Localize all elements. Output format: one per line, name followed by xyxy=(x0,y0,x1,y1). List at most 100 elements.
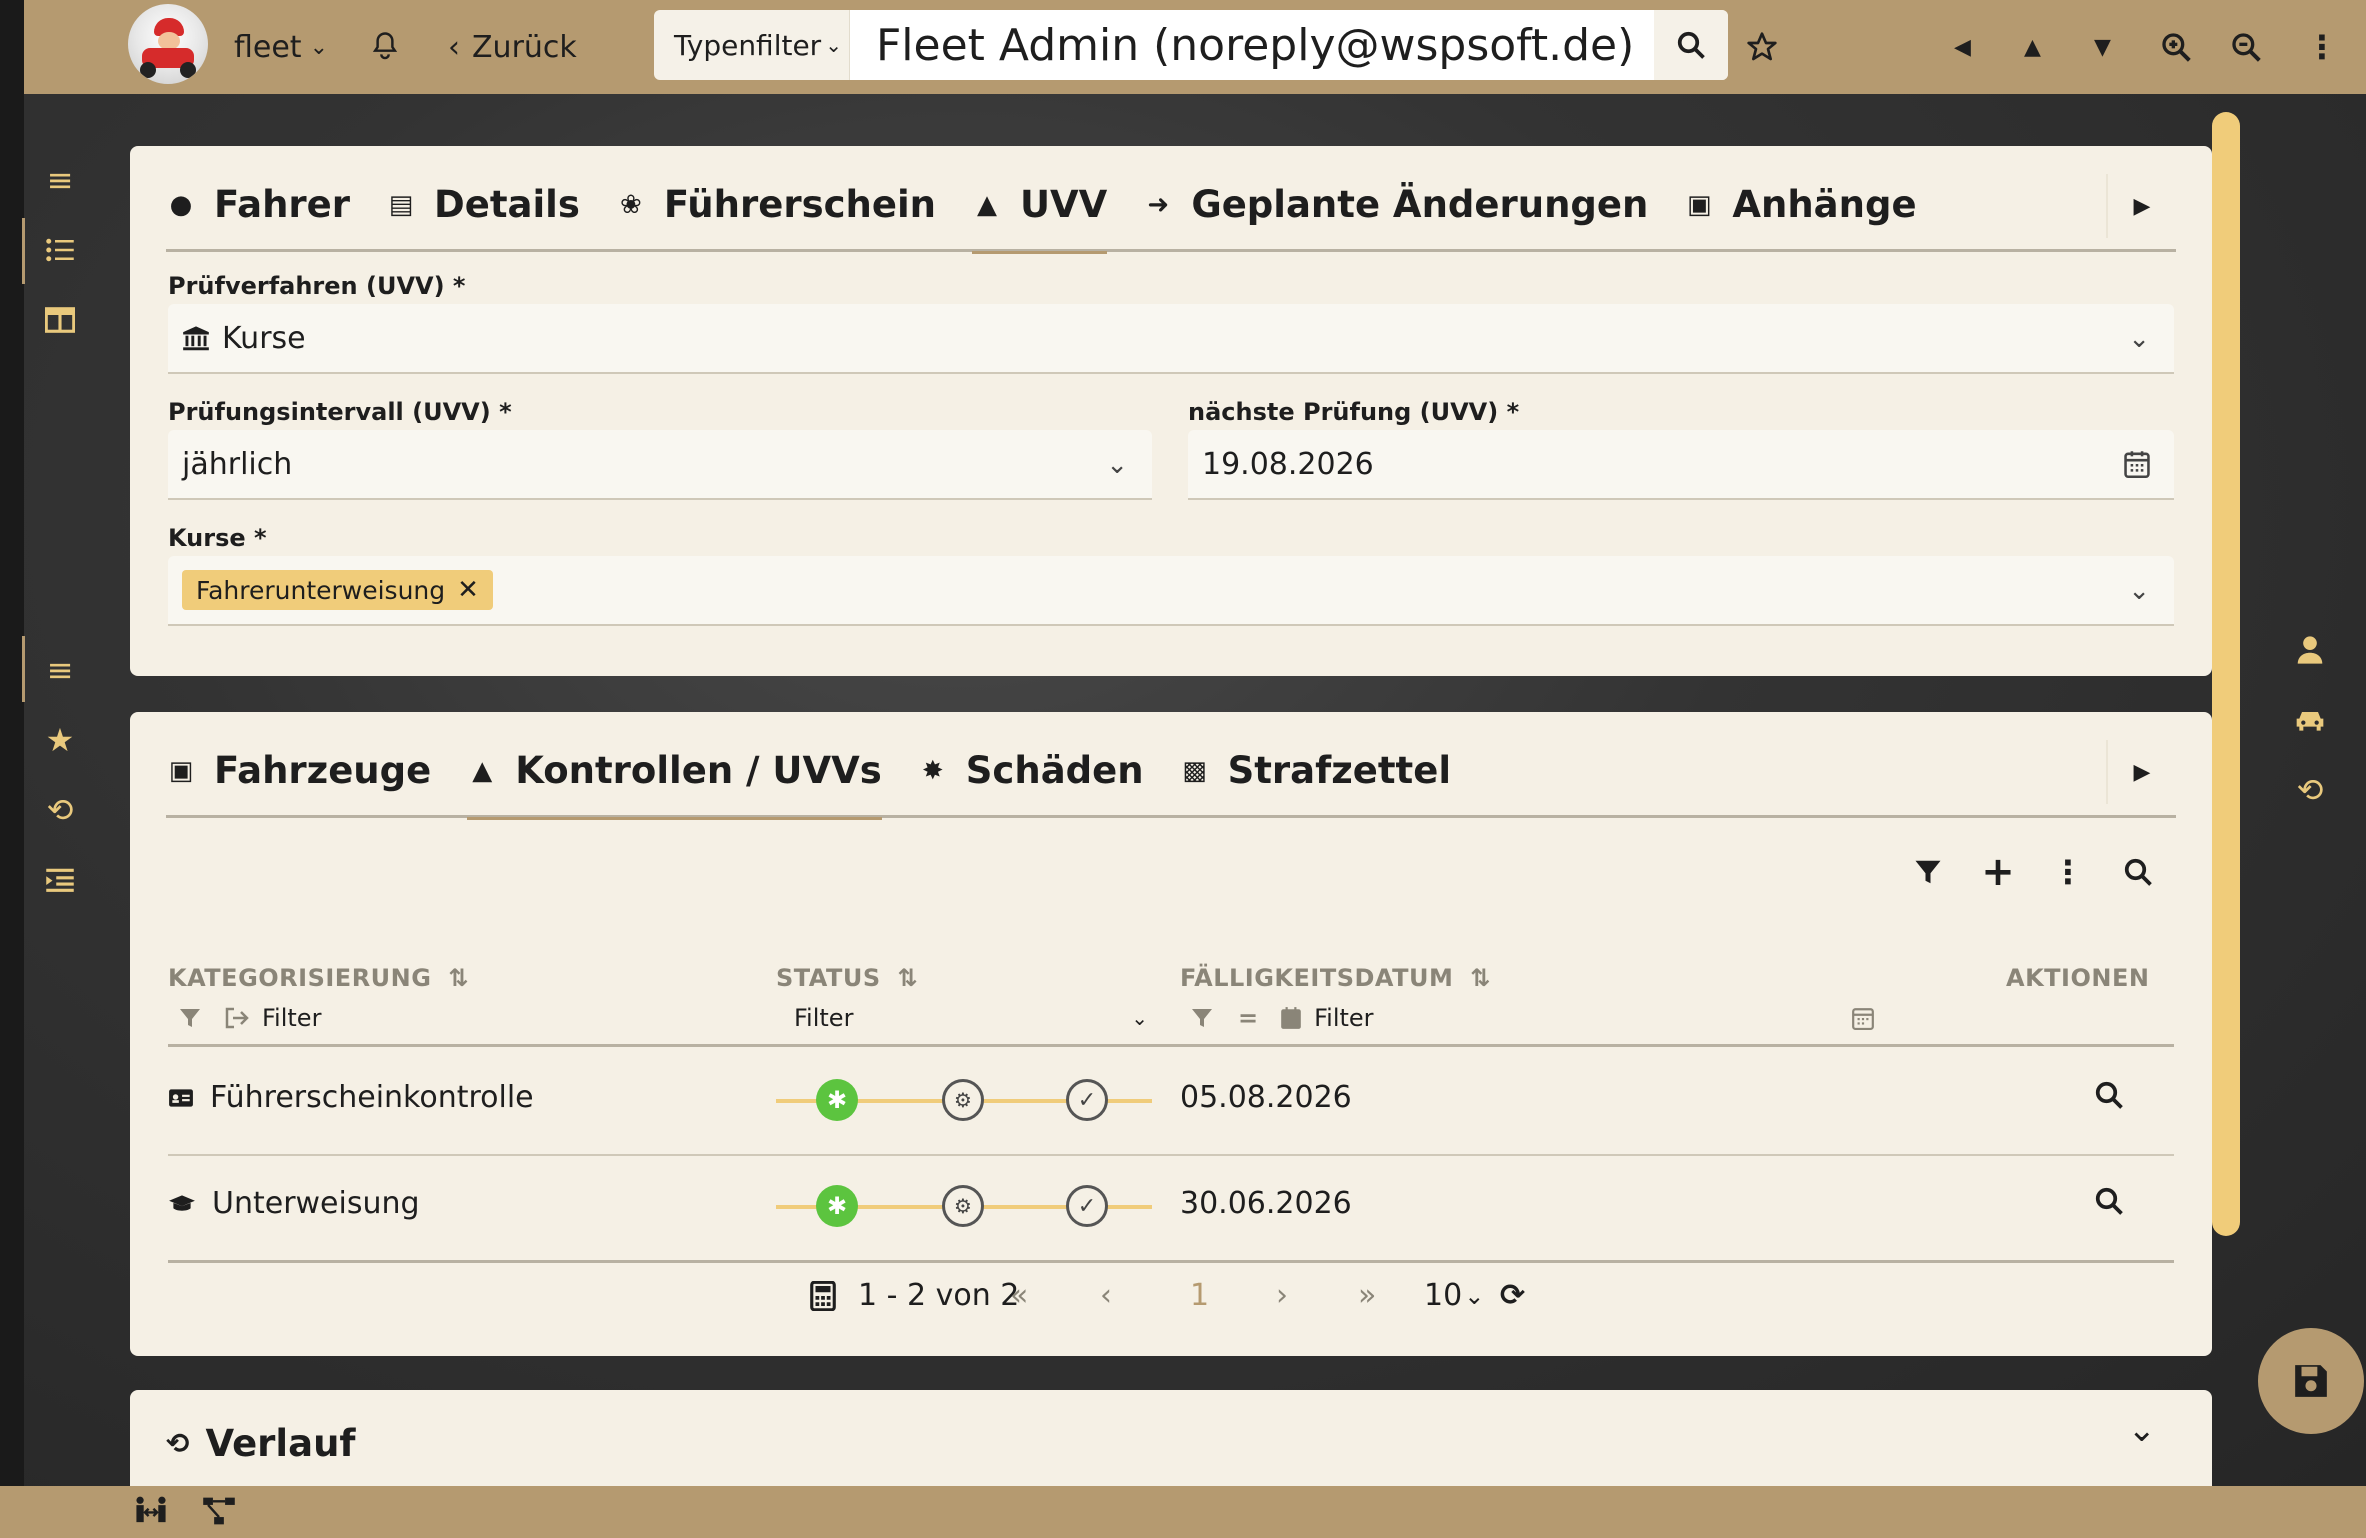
tab-label: Führerschein xyxy=(663,183,936,226)
sidebar-active-marker-2 xyxy=(22,636,25,702)
chevron-down-icon[interactable]: ⌄ xyxy=(2128,1410,2157,1450)
indent-list-icon[interactable] xyxy=(40,860,80,900)
pruefverfahren-select[interactable]: Kurse ⌄ xyxy=(168,304,2174,374)
zoom-out-icon[interactable] xyxy=(2230,0,2262,94)
filter-placeholder: Filter xyxy=(262,1004,322,1032)
faelligkeitsdatum-filter[interactable]: = Filter xyxy=(1190,1004,1874,1032)
table-bottom-divider xyxy=(168,1260,2174,1263)
row-divider xyxy=(168,1154,2174,1156)
app-switcher[interactable]: fleet ⌄ xyxy=(234,0,328,94)
star-icon[interactable] xyxy=(1746,0,1778,94)
kurse-multiselect[interactable]: Fahrerunterweisung ✕ ⌄ xyxy=(168,556,2174,626)
next-page-button[interactable]: › xyxy=(1276,1278,1288,1313)
current-page[interactable]: 1 xyxy=(1190,1278,1209,1313)
refresh-icon[interactable]: ⟳ xyxy=(1500,1278,1525,1313)
first-page-button[interactable]: « xyxy=(1010,1278,1028,1313)
filter-icon[interactable] xyxy=(178,1006,202,1030)
tab-fahrer[interactable]: ● Fahrer xyxy=(166,159,350,251)
tab-fahrzeuge[interactable]: ▣ Fahrzeuge xyxy=(166,725,432,817)
check-icon: ✓ xyxy=(1066,1185,1108,1227)
chevron-down-icon: ⌄ xyxy=(825,33,842,57)
column-header-label: STATUS xyxy=(776,964,881,992)
filter-icon[interactable] xyxy=(1190,1006,1214,1030)
list-icon[interactable] xyxy=(40,230,80,270)
tabs-scroll-right-button[interactable]: ▶ xyxy=(2106,174,2176,238)
search-button[interactable] xyxy=(1654,10,1728,80)
column-header-kategorisierung[interactable]: KATEGORISIERUNG ⇅ xyxy=(168,964,469,992)
tab-strafzettel[interactable]: ▩ Strafzettel xyxy=(1180,725,1451,817)
search-icon[interactable] xyxy=(2118,852,2158,892)
naechste-pruefung-label: nächste Prüfung (UVV) * xyxy=(1188,398,1520,426)
column-header-status[interactable]: STATUS ⇅ xyxy=(776,964,918,992)
column-header-faelligkeitsdatum[interactable]: FÄLLIGKEITSDATUM ⇅ xyxy=(1180,964,1491,992)
tab-label: UVV xyxy=(1020,183,1108,226)
row-kategorie-label: Führerscheinkontrolle xyxy=(210,1080,534,1115)
sign-out-icon[interactable] xyxy=(224,1007,250,1029)
naechste-pruefung-value: 19.08.2026 xyxy=(1202,446,1374,482)
bell-icon[interactable] xyxy=(370,0,400,94)
history-icon[interactable]: ⟲ xyxy=(2290,770,2330,810)
user-avatar[interactable] xyxy=(128,4,208,84)
caret-right-icon: ▶ xyxy=(2133,193,2151,219)
scrollbar[interactable] xyxy=(2212,112,2240,1236)
chip-label: Fahrerunterweisung xyxy=(196,575,446,605)
history-icon: ⟲ xyxy=(166,1427,190,1460)
tab-details[interactable]: ▤ Details xyxy=(386,159,580,251)
top-bar: fleet ⌄ ‹ Zurück Typenfilter ⌄ Fleet Adm… xyxy=(24,0,2366,94)
add-icon[interactable]: + xyxy=(1978,849,2018,895)
chevron-down-icon: ⌄ xyxy=(1464,1281,1485,1310)
save-button[interactable] xyxy=(2258,1328,2364,1434)
kategorisierung-filter[interactable]: Filter xyxy=(178,1004,321,1032)
row-kategorie: Führerscheinkontrolle xyxy=(168,1080,534,1115)
type-filter-select[interactable]: Typenfilter ⌄ xyxy=(654,10,850,80)
table-header-divider xyxy=(168,1044,2174,1047)
chip-fahrerunterweisung: Fahrerunterweisung ✕ xyxy=(182,570,493,610)
tab-kontrollen-uvvs[interactable]: ▲ Kontrollen / UVVs xyxy=(467,725,882,820)
tab-geplante-aenderungen[interactable]: ➜ Geplante Änderungen xyxy=(1143,159,1648,251)
users-cog-icon: ❀ xyxy=(619,189,642,220)
tab-uvv[interactable]: ▲ UVV xyxy=(972,159,1108,254)
tab-anhaenge[interactable]: ▣ Anhänge xyxy=(1684,159,1917,251)
tab-schaeden[interactable]: ✸ Schäden xyxy=(918,725,1144,817)
intervall-select[interactable]: jährlich ⌄ xyxy=(168,430,1152,500)
back-button[interactable]: ‹ Zurück xyxy=(448,0,577,94)
file-invoice-icon: ▩ xyxy=(1182,755,1207,786)
calendar-icon xyxy=(1281,1007,1301,1029)
pruefverfahren-label: Prüfverfahren (UVV) * xyxy=(168,272,466,300)
project-diagram-icon[interactable] xyxy=(202,1496,236,1530)
view-record-button[interactable] xyxy=(2094,1080,2124,1110)
caret-up-icon[interactable]: ▲ xyxy=(2024,0,2041,94)
calendar-icon[interactable] xyxy=(2124,450,2150,478)
status-stepper: ✱ ⚙ ✓ xyxy=(776,1184,1152,1228)
view-record-button[interactable] xyxy=(2094,1186,2124,1216)
zoom-in-icon[interactable] xyxy=(2160,0,2192,94)
close-icon[interactable]: ✕ xyxy=(457,575,479,605)
more-vertical-icon[interactable]: ⋮ xyxy=(2048,852,2088,892)
more-vertical-icon[interactable]: ⋮ xyxy=(2306,0,2338,94)
user-icon[interactable] xyxy=(2290,630,2330,670)
history-icon[interactable]: ⟲ xyxy=(40,790,80,830)
star-icon[interactable]: ★ xyxy=(40,720,80,760)
status-filter-select[interactable]: Filter ⌄ xyxy=(794,1004,1148,1032)
car-icon[interactable] xyxy=(2290,700,2330,740)
menu-icon[interactable]: ≡ xyxy=(40,160,80,200)
calendar-icon[interactable] xyxy=(1852,1006,1874,1030)
sidebar-active-marker xyxy=(22,218,25,284)
prev-page-button[interactable]: ‹ xyxy=(1100,1278,1112,1313)
tab-fuehrerschein[interactable]: ❀ Führerschein xyxy=(616,159,936,251)
menu-icon[interactable]: ≡ xyxy=(40,650,80,690)
tabs-scroll-right-button[interactable]: ▶ xyxy=(2106,740,2176,804)
search-input[interactable]: Fleet Admin (noreply@wspsoft.de) xyxy=(850,10,1654,80)
naechste-pruefung-input[interactable]: 19.08.2026 xyxy=(1188,430,2174,500)
caret-down-icon[interactable]: ▼ xyxy=(2094,0,2111,94)
columns-icon[interactable] xyxy=(40,300,80,340)
page-size-select[interactable]: 10 ⌄ xyxy=(1424,1278,1484,1313)
verlauf-panel[interactable]: ⟲ Verlauf ⌄ xyxy=(130,1390,2212,1486)
caret-left-icon[interactable]: ◀ xyxy=(1954,0,1971,94)
last-page-button[interactable]: » xyxy=(1358,1278,1376,1313)
row-faelligkeitsdatum: 05.08.2026 xyxy=(1180,1080,1352,1115)
filter-icon[interactable] xyxy=(1908,852,1948,892)
equals-icon[interactable]: = xyxy=(1238,1004,1258,1032)
search-icon xyxy=(2095,1081,2123,1109)
people-arrows-icon[interactable] xyxy=(134,1494,168,1530)
